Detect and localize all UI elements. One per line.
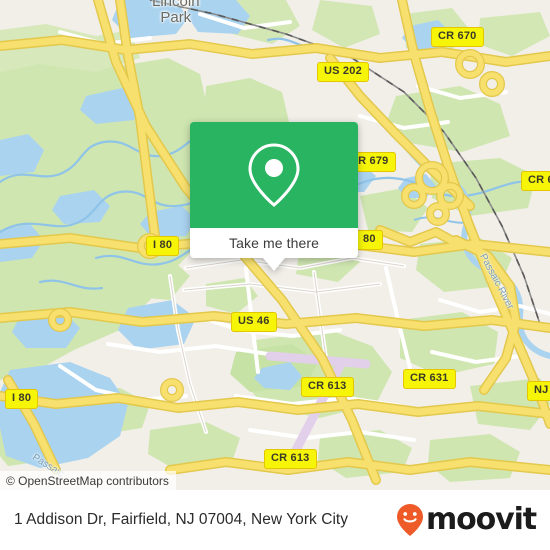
moovit-logo[interactable]: moovit <box>396 502 537 537</box>
road-shield-nj-right[interactable]: NJ 2 <box>527 381 550 401</box>
destination-callout-card[interactable]: Take me there <box>190 122 358 271</box>
place-label-lincoln-park-line2: Park <box>160 8 192 26</box>
moovit-pin-smiley-icon <box>396 504 423 536</box>
road-shield-cr-670[interactable]: CR 670 <box>431 27 484 47</box>
road-shield-cr-631[interactable]: CR 631 <box>403 369 456 389</box>
map-canvas[interactable]: Lincoln Park Passaic River Passaic CR 67… <box>0 0 550 490</box>
attribution-text: © OpenStreetMap contributors <box>6 473 169 488</box>
road-shield-us-46[interactable]: US 46 <box>231 312 277 332</box>
callout-tail <box>263 258 285 271</box>
road-shield-i-80-mid[interactable]: I 80 <box>146 236 180 256</box>
road-shield-80-behind-card[interactable]: 80 <box>356 230 383 250</box>
map-attribution[interactable]: © OpenStreetMap contributors <box>0 471 176 490</box>
map-screen: Lincoln Park Passaic River Passaic CR 67… <box>0 0 550 550</box>
take-me-there-label: Take me there <box>228 235 319 251</box>
road-shield-us-202[interactable]: US 202 <box>317 62 369 82</box>
road-shield-cr-613-upper[interactable]: CR 613 <box>301 377 354 397</box>
callout-action-bar[interactable]: Take me there <box>190 228 358 258</box>
footer-bar: 1 Addison Dr, Fairfield, NJ 07004, New Y… <box>0 490 550 550</box>
callout-icon-area <box>190 122 358 228</box>
moovit-wordmark: moovit <box>425 502 537 537</box>
road-shield-cr-6-right[interactable]: CR 6 <box>521 171 550 191</box>
road-shield-i-80-left[interactable]: I 80 <box>5 389 39 409</box>
map-pin-icon <box>248 143 300 207</box>
place-label-lincoln-park: Lincoln Park <box>152 0 200 26</box>
address-label: 1 Addison Dr, Fairfield, NJ 07004, New Y… <box>14 511 349 528</box>
road-shield-cr-613-lower[interactable]: CR 613 <box>264 449 317 469</box>
